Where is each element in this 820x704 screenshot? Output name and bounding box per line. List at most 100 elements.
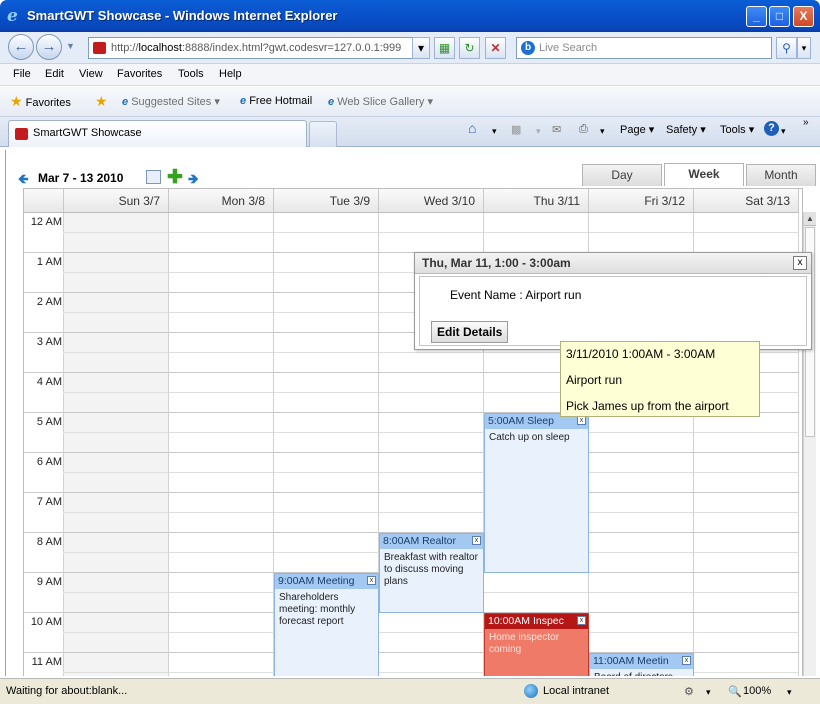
time-slot[interactable] <box>64 393 169 413</box>
time-slot[interactable] <box>169 213 274 233</box>
time-slot[interactable] <box>64 473 169 493</box>
time-slot[interactable] <box>379 213 484 233</box>
event-delete-icon[interactable]: x <box>682 656 691 665</box>
time-slot[interactable] <box>169 333 274 353</box>
feeds-dropdown-icon[interactable]: ▾ <box>536 126 541 137</box>
time-slot[interactable] <box>694 613 799 633</box>
time-slot[interactable] <box>64 313 169 333</box>
page-menu[interactable]: Page ▾ <box>620 123 654 136</box>
time-slot[interactable] <box>64 633 169 653</box>
zoom-dropdown-icon[interactable]: ▾ <box>787 687 792 698</box>
time-slot[interactable] <box>694 593 799 613</box>
feeds-icon[interactable]: ▩ <box>511 123 521 136</box>
compatibility-view-icon[interactable]: ▦ <box>434 37 455 59</box>
time-slot[interactable] <box>484 233 589 253</box>
time-slot[interactable] <box>169 313 274 333</box>
address-dropdown-button[interactable]: ▾ <box>412 37 430 59</box>
time-slot[interactable] <box>589 533 694 553</box>
time-slot[interactable] <box>274 533 379 553</box>
search-options-button[interactable]: ▾ <box>797 37 811 59</box>
event-delete-icon[interactable]: x <box>577 416 586 425</box>
fav-suggested-sites[interactable]: e Suggested Sites ▾ <box>122 95 220 108</box>
event-title-bar[interactable]: 10:00AM Inspec x <box>485 614 588 629</box>
edit-details-button[interactable]: Edit Details <box>431 321 509 343</box>
time-slot[interactable] <box>64 553 169 573</box>
time-slot[interactable] <box>64 413 169 433</box>
stop-icon[interactable]: ✕ <box>485 37 506 59</box>
time-slot[interactable] <box>169 613 274 633</box>
forward-button[interactable]: → <box>36 34 62 60</box>
protected-mode-icon[interactable]: ⚙ <box>684 685 694 698</box>
time-slot[interactable] <box>169 393 274 413</box>
time-slot[interactable] <box>169 533 274 553</box>
fav-web-slice[interactable]: e Web Slice Gallery ▾ <box>328 95 433 108</box>
time-slot[interactable] <box>64 613 169 633</box>
time-slot[interactable] <box>274 493 379 513</box>
time-slot[interactable] <box>64 673 169 676</box>
time-slot[interactable] <box>379 353 484 373</box>
safety-menu[interactable]: Safety ▾ <box>666 123 706 136</box>
time-slot[interactable] <box>274 253 379 273</box>
tab-day[interactable]: Day <box>582 164 662 186</box>
fav-free-hotmail[interactable]: e Free Hotmail <box>240 95 312 107</box>
time-slot[interactable] <box>694 533 799 553</box>
time-slot[interactable] <box>589 553 694 573</box>
time-slot[interactable] <box>64 433 169 453</box>
address-input[interactable]: http://localhost:8888/index.html?gwt.cod… <box>88 37 430 59</box>
event-title-bar[interactable]: 8:00AM Realtor x <box>380 534 483 549</box>
time-slot[interactable] <box>589 213 694 233</box>
day-header[interactable]: Wed 3/10 <box>379 189 484 213</box>
time-slot[interactable] <box>64 513 169 533</box>
time-slot[interactable] <box>379 673 484 676</box>
date-picker-icon[interactable] <box>146 170 161 184</box>
time-slot[interactable] <box>694 453 799 473</box>
time-slot[interactable] <box>169 553 274 573</box>
time-slot[interactable] <box>64 573 169 593</box>
time-slot[interactable] <box>64 593 169 613</box>
time-slot[interactable] <box>274 473 379 493</box>
time-slot[interactable] <box>694 473 799 493</box>
time-slot[interactable] <box>694 553 799 573</box>
time-slot[interactable] <box>379 453 484 473</box>
time-slot[interactable] <box>64 533 169 553</box>
time-slot[interactable] <box>694 213 799 233</box>
time-slot[interactable] <box>694 653 799 673</box>
time-slot[interactable] <box>694 673 799 676</box>
time-slot[interactable] <box>169 573 274 593</box>
home-icon[interactable]: ⌂ <box>468 120 476 136</box>
menu-favorites[interactable]: Favorites <box>117 68 162 80</box>
time-slot[interactable] <box>589 573 694 593</box>
day-header[interactable]: Fri 3/12 <box>589 189 694 213</box>
event-delete-icon[interactable]: x <box>367 576 376 585</box>
scroll-up-icon[interactable]: ▲ <box>804 212 816 226</box>
refresh-icon[interactable]: ↻ <box>459 37 480 59</box>
time-slot[interactable] <box>379 473 484 493</box>
time-slot[interactable] <box>379 513 484 533</box>
time-slot[interactable] <box>169 653 274 673</box>
time-slot[interactable] <box>169 273 274 293</box>
new-tab-button[interactable] <box>309 121 337 147</box>
time-slot[interactable] <box>379 373 484 393</box>
time-slot[interactable] <box>274 553 379 573</box>
time-slot[interactable] <box>589 453 694 473</box>
time-slot[interactable] <box>274 353 379 373</box>
time-slot[interactable] <box>169 233 274 253</box>
tools-menu[interactable]: Tools ▾ <box>720 123 754 136</box>
event-delete-icon[interactable]: x <box>472 536 481 545</box>
time-slot[interactable] <box>274 293 379 313</box>
search-go-icon[interactable]: ⚲ <box>776 37 797 59</box>
time-slot[interactable] <box>64 493 169 513</box>
event-delete-icon[interactable]: x <box>577 616 586 625</box>
add-favorite-icon[interactable]: ★ <box>95 93 108 110</box>
time-slot[interactable] <box>274 373 379 393</box>
minimize-button[interactable]: _ <box>746 6 767 27</box>
help-dropdown-icon[interactable]: ▾ <box>781 126 786 137</box>
add-event-icon[interactable]: ✚ <box>167 166 183 189</box>
time-slot[interactable] <box>274 313 379 333</box>
time-slot[interactable] <box>484 213 589 233</box>
time-slot[interactable] <box>169 293 274 313</box>
day-header[interactable]: Mon 3/8 <box>169 189 274 213</box>
time-slot[interactable] <box>274 453 379 473</box>
time-slot[interactable] <box>169 513 274 533</box>
protected-mode-dropdown-icon[interactable]: ▾ <box>706 687 711 698</box>
